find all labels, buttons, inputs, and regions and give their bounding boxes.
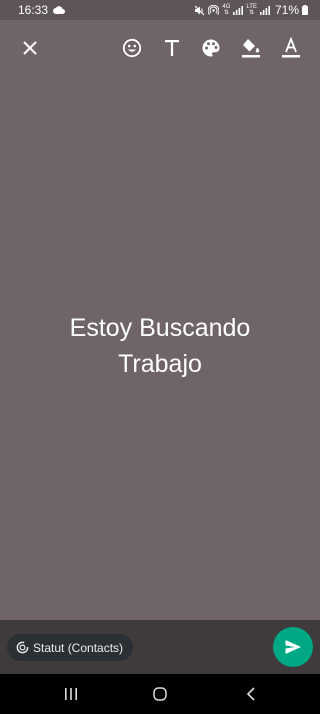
home-icon <box>153 687 167 701</box>
clock: 16:33 <box>18 3 49 17</box>
status-left: 16:33 <box>18 3 66 17</box>
close-icon <box>23 41 37 55</box>
status-canvas[interactable]: Estoy Buscando Trabajo <box>0 68 320 620</box>
audience-label: Statut (Contacts) <box>33 640 124 655</box>
data-lte-icon: LTE ⇅ <box>246 4 257 16</box>
status-text[interactable]: Estoy Buscando Trabajo <box>30 310 290 382</box>
data-arrows-glyph: ⇅ <box>223 10 229 16</box>
close-button[interactable] <box>16 34 44 62</box>
system-nav-bar <box>0 674 320 714</box>
status-ring-icon <box>16 641 29 654</box>
text-color-button[interactable] <box>277 34 305 62</box>
editor-toolbar <box>0 28 320 68</box>
text-color-icon <box>282 37 300 58</box>
fill-color-icon <box>242 39 260 58</box>
text-font-button[interactable] <box>158 34 186 62</box>
emoji-button[interactable] <box>118 34 146 62</box>
text-font-icon <box>165 40 179 56</box>
data-4g-icon: 4G ⇅ <box>222 4 230 16</box>
status-right: 4G ⇅ LTE ⇅ 71% <box>194 3 308 17</box>
cloud-icon <box>53 6 66 14</box>
back-icon <box>246 687 255 701</box>
status-bar: 16:33 4G ⇅ LTE ⇅ 71% <box>0 0 320 20</box>
emoji-icon <box>122 38 142 58</box>
battery-percentage: 71% <box>274 3 299 17</box>
recent-apps-button[interactable] <box>61 684 81 704</box>
battery-icon <box>302 5 308 15</box>
send-icon <box>285 640 301 654</box>
signal-icon <box>233 5 244 15</box>
palette-icon <box>202 39 220 57</box>
send-button[interactable] <box>273 627 313 667</box>
recent-apps-icon <box>65 688 77 700</box>
home-button[interactable] <box>150 684 170 704</box>
audience-chip[interactable]: Statut (Contacts) <box>7 634 134 661</box>
back-button[interactable] <box>241 684 261 704</box>
fill-color-button[interactable] <box>237 34 265 62</box>
bottom-bar: Statut (Contacts) <box>0 620 320 674</box>
hotspot-icon <box>208 4 220 16</box>
signal-icon-2 <box>259 5 270 15</box>
mute-icon <box>194 5 205 16</box>
palette-button[interactable] <box>197 34 225 62</box>
data-arrows-glyph: ⇅ <box>249 10 255 16</box>
